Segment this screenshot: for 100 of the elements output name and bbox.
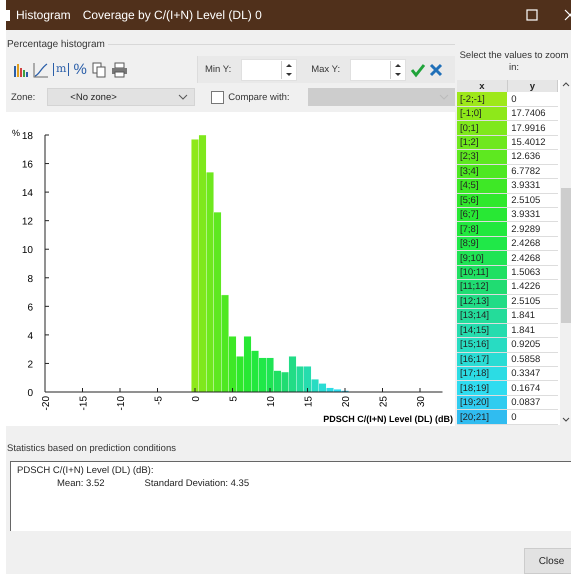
axis-tick-label: 25 bbox=[378, 396, 390, 408]
range-cell: [14;15] bbox=[457, 323, 508, 338]
range-cell: [13;14] bbox=[457, 308, 508, 324]
table-cell: 0.5858 bbox=[507, 352, 558, 366]
scrollbar-thumb[interactable] bbox=[560, 188, 570, 323]
table-cell: 1.4226 bbox=[507, 280, 558, 294]
line-chart-icon[interactable] bbox=[33, 62, 49, 78]
axis-tick-label: 14 bbox=[22, 188, 33, 200]
printer-icon[interactable] bbox=[110, 62, 128, 78]
range-cell: [10;11] bbox=[457, 265, 508, 280]
table-cell: 0.1674 bbox=[507, 380, 558, 396]
axis-tick-label: 4 bbox=[27, 330, 33, 342]
table-cell: 6.7782 bbox=[507, 164, 558, 179]
section-label: Statistics based on prediction conditions bbox=[7, 443, 177, 454]
axis-tick-label: 10 bbox=[266, 396, 277, 408]
table-cell: 0.3347 bbox=[507, 366, 558, 381]
axis-tick-label: 18 bbox=[22, 131, 33, 142]
axis-tick-label: 5 bbox=[228, 396, 240, 402]
table-cell: 0 bbox=[507, 410, 558, 424]
window-subtitle: Coverage by C/(I+N) Level (DL) 0 bbox=[82, 8, 262, 22]
range-cell: [0;1] bbox=[457, 120, 508, 136]
range-cell: [12;13] bbox=[457, 294, 508, 309]
column-header: y bbox=[507, 80, 558, 92]
copy-icon[interactable] bbox=[90, 62, 107, 78]
range-cell: [18;19] bbox=[457, 380, 508, 396]
axis-tick-label: 15 bbox=[304, 396, 314, 408]
cancel-icon[interactable] bbox=[428, 62, 444, 78]
table-cell: 17.9916 bbox=[507, 120, 558, 136]
table-cell: 1.5063 bbox=[507, 265, 558, 280]
table-cell: 2.9289 bbox=[507, 222, 558, 236]
table-cell: 2.4268 bbox=[507, 236, 558, 251]
axis-tick-label: 6 bbox=[27, 302, 33, 314]
close-button[interactable]: Close bbox=[524, 548, 571, 574]
field-label: Min Y: bbox=[205, 64, 232, 75]
maximize-icon[interactable] bbox=[526, 9, 538, 21]
min-y-field[interactable] bbox=[241, 58, 298, 80]
table-cell: 2.5105 bbox=[507, 294, 558, 309]
close-icon[interactable] bbox=[564, 9, 571, 21]
compare-checkbox[interactable]: Compare with: bbox=[211, 90, 290, 104]
range-cell: [16;17] bbox=[457, 352, 508, 366]
axis-tick-label: 16 bbox=[22, 160, 33, 171]
bar-chart-icon[interactable] bbox=[13, 62, 29, 78]
table-cell: 0.9205 bbox=[507, 338, 558, 352]
chevron-icon bbox=[178, 93, 188, 101]
range-cell: [2;3] bbox=[457, 150, 508, 164]
axis-tick-label: 0 bbox=[27, 388, 33, 399]
axis-tick-label: -10 bbox=[116, 396, 127, 410]
axis-tick-label: 8 bbox=[27, 274, 33, 285]
axis-tick-label: 20 bbox=[341, 396, 352, 408]
table-cell: 1.841 bbox=[507, 323, 558, 338]
range-cell: [19;20] bbox=[457, 395, 508, 410]
axis-title: PDSCH C/(I+N) Level (DL) (dB) bbox=[323, 414, 453, 424]
table-cell: 12.636 bbox=[507, 150, 558, 164]
max-y-field[interactable] bbox=[350, 58, 406, 80]
axis-tick-label: -20 bbox=[41, 396, 52, 410]
range-cell: [20;21] bbox=[457, 410, 508, 424]
table-cell: 17.7406 bbox=[507, 106, 558, 121]
range-cell: [-2;-1] bbox=[457, 92, 508, 106]
group-label: Percentage histogram bbox=[7, 38, 105, 50]
zone-dropdown[interactable]: <No zone> bbox=[47, 88, 196, 106]
column-header: x bbox=[457, 80, 508, 92]
range-cell: [7;8] bbox=[457, 222, 508, 236]
axis-tick-label: 0 bbox=[191, 396, 202, 402]
axis-tick-label: 30 bbox=[416, 396, 427, 408]
range-cell: [8;9] bbox=[457, 236, 508, 251]
field-label: Max Y: bbox=[311, 64, 340, 75]
table-cell: 0.0837 bbox=[507, 395, 558, 410]
axis-tick-label: 12 bbox=[22, 216, 33, 228]
axis-tick-label: -5 bbox=[154, 396, 164, 405]
zone-label: Zone: bbox=[11, 92, 36, 102]
range-cell: [9;10] bbox=[457, 250, 508, 266]
table-cell: 15.4012 bbox=[507, 135, 558, 150]
range-cell: [3;4] bbox=[457, 164, 508, 179]
range-cell: [17;18] bbox=[457, 366, 508, 381]
range-cell: [4;5] bbox=[457, 178, 508, 194]
table-cell: 0 bbox=[507, 92, 558, 106]
instruction-text: Select the values to zoom in: bbox=[458, 49, 570, 75]
table-cell: 3.9331 bbox=[507, 178, 558, 194]
table-cell: 2.5105 bbox=[507, 193, 558, 208]
axis-title: % bbox=[12, 128, 20, 138]
table-cell: 2.4268 bbox=[507, 250, 558, 266]
range-cell: [15;16] bbox=[457, 338, 508, 352]
axis-tick-label: 10 bbox=[22, 245, 33, 256]
unit-button[interactable]: m bbox=[53, 60, 70, 78]
range-cell: [-1;0] bbox=[457, 106, 508, 121]
range-cell: [1;2] bbox=[457, 135, 508, 150]
table-cell: 1.841 bbox=[507, 308, 558, 324]
mean-value: Mean: 3.52 bbox=[57, 478, 105, 489]
range-cell: [5;6] bbox=[457, 193, 508, 208]
axis-tick-label: -15 bbox=[78, 396, 90, 410]
table-cell: 3.9331 bbox=[507, 208, 558, 222]
app-icon bbox=[6, 10, 10, 20]
statistics-heading: PDSCH C/(I+N) Level (DL) (dB): bbox=[17, 465, 154, 476]
std-dev-value: Standard Deviation: 4.35 bbox=[144, 478, 250, 489]
percent-button[interactable]: % bbox=[73, 60, 87, 78]
axis-tick-label: 2 bbox=[27, 359, 33, 370]
range-cell: [6;7] bbox=[457, 208, 508, 222]
checkmark-icon[interactable] bbox=[410, 62, 426, 78]
window-title: Histogram bbox=[16, 8, 71, 22]
range-cell: [11;12] bbox=[457, 280, 508, 294]
